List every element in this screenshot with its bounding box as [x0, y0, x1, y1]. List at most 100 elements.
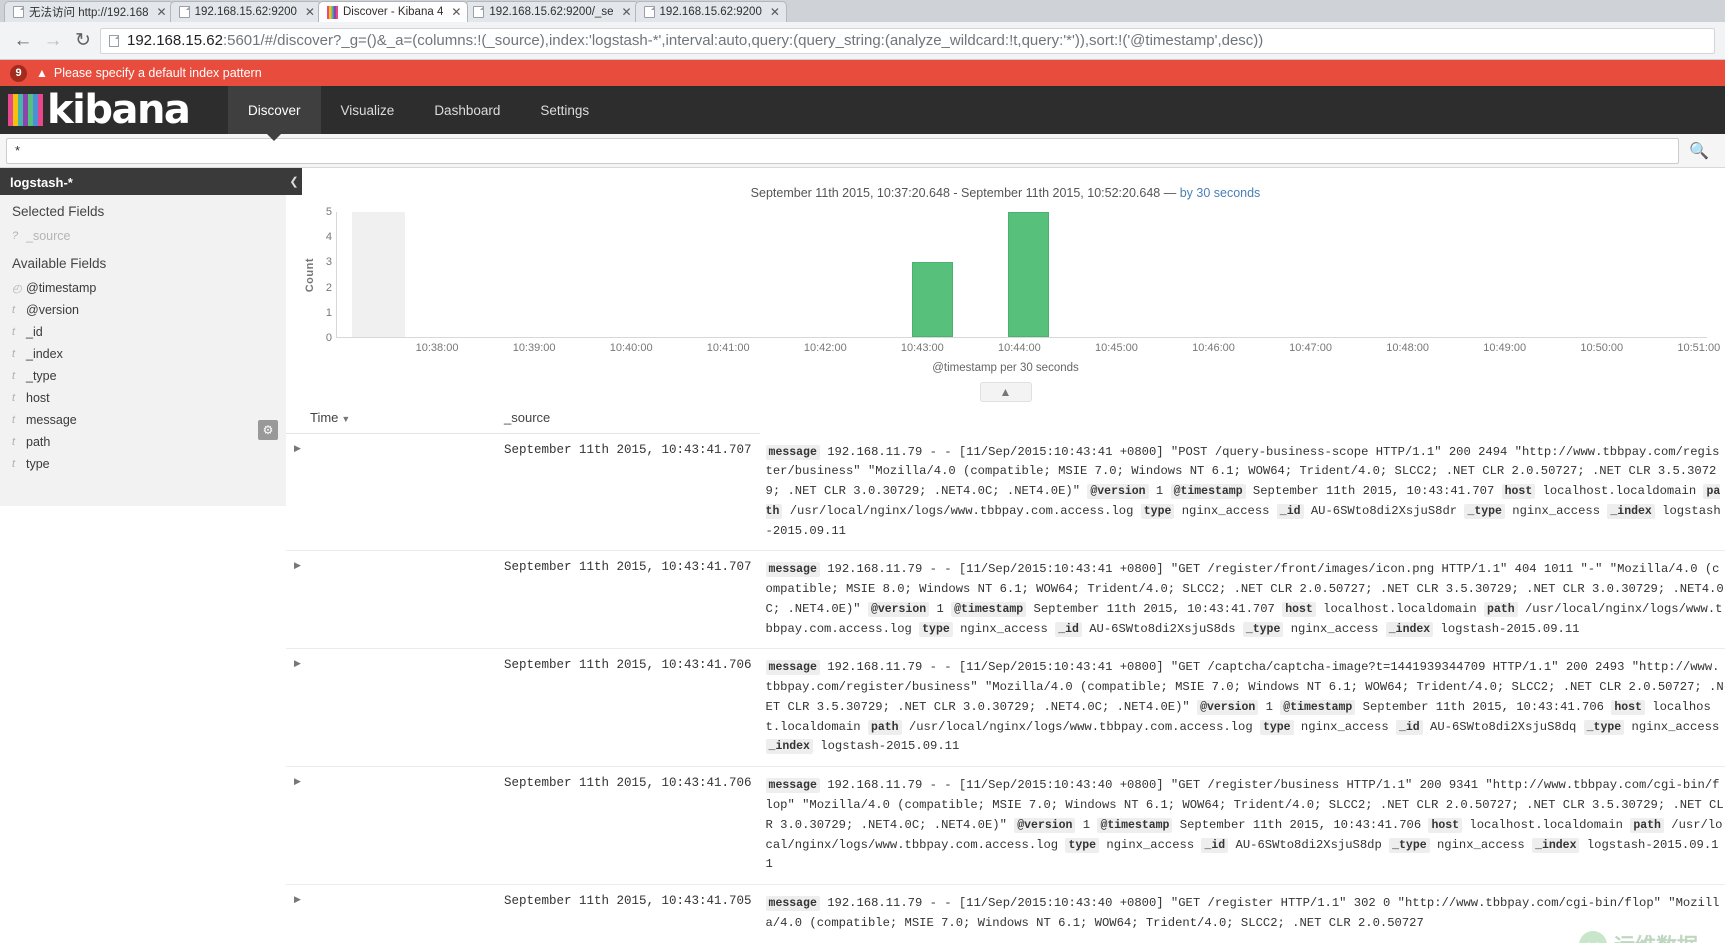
column-header-source[interactable]: _source: [504, 402, 760, 434]
index-pattern-selector[interactable]: logstash-*: [0, 168, 286, 195]
x-tick: 10:50:00: [1580, 342, 1624, 354]
sidebar-field-path[interactable]: t path: [0, 431, 286, 453]
table-row[interactable]: ▶ September 11th 2015, 10:43:41.705 mess…: [286, 885, 1725, 943]
field-key: _index: [1607, 503, 1655, 519]
field-value: nginx_access: [1181, 503, 1270, 518]
browser-tab[interactable]: 192.168.15.62:9200 ✕: [634, 1, 787, 22]
tab-label: Discover: [248, 102, 301, 118]
x-axis-title: @timestamp per 30 seconds: [932, 362, 1079, 374]
status-badge: 9: [10, 64, 27, 82]
caret-right-icon[interactable]: ▶: [286, 885, 504, 943]
tab-visualize[interactable]: Visualize: [321, 86, 415, 134]
caret-right-icon[interactable]: ▶: [286, 434, 504, 551]
table-row[interactable]: ▶ September 11th 2015, 10:43:41.706 mess…: [286, 649, 1725, 767]
histogram-bar[interactable]: [1008, 212, 1050, 337]
field-key: host: [1428, 817, 1463, 833]
field-value: localhost.localdomain: [1469, 817, 1623, 832]
field-value: 1: [1082, 817, 1091, 832]
sidebar-field-index[interactable]: t _index: [0, 343, 286, 365]
reload-icon[interactable]: ↻: [70, 28, 96, 54]
histogram-bars[interactable]: [336, 212, 1707, 338]
x-tick: 10:42:00: [803, 342, 847, 354]
field-key: _type: [1389, 837, 1430, 853]
field-value: September 11th 2015, 10:43:41.706: [1362, 699, 1604, 714]
field-key: message: [765, 896, 820, 912]
sidebar-field-type[interactable]: t type: [0, 453, 286, 475]
chart-range-text: September 11th 2015, 10:37:20.648 - Sept…: [750, 186, 1180, 200]
table-row[interactable]: ▶ September 11th 2015, 10:43:41.707 mess…: [286, 434, 1725, 551]
y-tick: 1: [325, 306, 332, 319]
caret-right-icon[interactable]: ▶: [286, 551, 504, 649]
table-row[interactable]: ▶ September 11th 2015, 10:43:41.707 mess…: [286, 551, 1725, 649]
sidebar-field-source[interactable]: ? _source: [0, 225, 286, 247]
column-label: _source: [504, 410, 551, 425]
field-key: message: [765, 444, 820, 460]
sidebar-field-version[interactable]: t @version: [0, 299, 286, 321]
tab-dashboard[interactable]: Dashboard: [414, 86, 520, 134]
x-tick: 10:41:00: [706, 342, 750, 354]
field-value: nginx_access: [960, 621, 1048, 636]
table-row[interactable]: ▶ September 11th 2015, 10:43:41.706 mess…: [286, 767, 1725, 885]
search-input[interactable]: [6, 137, 1679, 164]
sidebar-field-timestamp[interactable]: ◴ @timestamp: [0, 277, 286, 299]
field-value: 1: [1155, 484, 1164, 499]
kibana-wordmark: kibana: [47, 87, 191, 133]
browser-tab-title: 192.168.15.62:9200/_se: [489, 6, 614, 18]
selected-fields-heading: Selected Fields: [12, 204, 105, 219]
field-value: nginx_access: [1512, 503, 1601, 518]
back-arrow-icon[interactable]: ←: [10, 28, 36, 54]
tab-label: Visualize: [340, 102, 395, 118]
sidebar-field-host[interactable]: t host: [0, 387, 286, 409]
tab-settings[interactable]: Settings: [520, 86, 609, 134]
field-type-icon: t: [12, 370, 16, 382]
search-icon[interactable]: 🔍: [1679, 141, 1719, 161]
y-tick: 3: [325, 256, 332, 269]
clock-icon: ◴: [12, 282, 22, 295]
field-key: @version: [1014, 817, 1076, 833]
gear-icon[interactable]: ⚙: [258, 420, 278, 440]
browser-tab[interactable]: 192.168.15.62:9200/_se ✕: [464, 1, 639, 22]
kibana-logo-bars-icon: [8, 94, 43, 126]
url-host: 192.168.15.62: [127, 32, 223, 49]
close-icon[interactable]: ✕: [157, 6, 167, 18]
page-icon: [109, 34, 119, 47]
close-icon[interactable]: ✕: [305, 6, 315, 18]
field-key: @version: [1197, 699, 1259, 715]
sidebar-field-id[interactable]: t _id: [0, 321, 286, 343]
field-key: path: [1630, 817, 1664, 833]
address-bar[interactable]: 192.168.15.62:5601/#/discover?_g=()&_a=(…: [100, 27, 1715, 54]
sidebar-collapse-button[interactable]: ❮: [286, 168, 302, 195]
sidebar-field-type-meta[interactable]: t _type: [0, 365, 286, 387]
field-value: localhost.localdomain: [1323, 601, 1477, 616]
interval-link[interactable]: by 30 seconds: [1180, 186, 1261, 200]
y-tick: 5: [325, 206, 332, 218]
field-label: @version: [26, 303, 79, 317]
field-type-icon: t: [12, 436, 16, 448]
caret-right-icon[interactable]: ▶: [286, 649, 504, 767]
notification-banner: 9 ▲ Please specify a default index patte…: [0, 60, 1725, 86]
tab-label: Settings: [540, 102, 590, 118]
page-icon: [13, 6, 24, 18]
row-time: September 11th 2015, 10:43:41.705: [504, 894, 752, 909]
field-value: 1: [936, 601, 944, 616]
histogram-bar[interactable]: [912, 262, 954, 337]
forward-arrow-icon[interactable]: →: [40, 28, 66, 54]
sidebar-field-message[interactable]: t message: [0, 409, 286, 431]
field-key: @version: [1087, 484, 1149, 500]
column-header-time[interactable]: Time ▼: [286, 402, 504, 434]
field-key: host: [1611, 699, 1645, 715]
browser-tab[interactable]: 无法访问 http://192.168 ✕: [4, 1, 174, 22]
close-icon[interactable]: ✕: [770, 6, 780, 18]
kibana-logo[interactable]: kibana: [0, 86, 228, 134]
close-icon[interactable]: ✕: [451, 6, 461, 18]
browser-tab[interactable]: 192.168.15.62:9200 ✕: [169, 1, 322, 22]
field-key: _id: [1055, 621, 1082, 637]
tab-discover[interactable]: Discover: [228, 86, 321, 141]
caret-right-icon[interactable]: ▶: [286, 767, 504, 885]
y-tick: 2: [325, 281, 332, 294]
browser-tab-active[interactable]: Discover - Kibana 4 ✕: [317, 1, 469, 22]
chevron-up-icon[interactable]: ▲: [979, 382, 1032, 402]
field-type-icon: t: [12, 392, 16, 404]
sort-desc-icon[interactable]: ▼: [341, 414, 350, 424]
close-icon[interactable]: ✕: [621, 6, 631, 18]
